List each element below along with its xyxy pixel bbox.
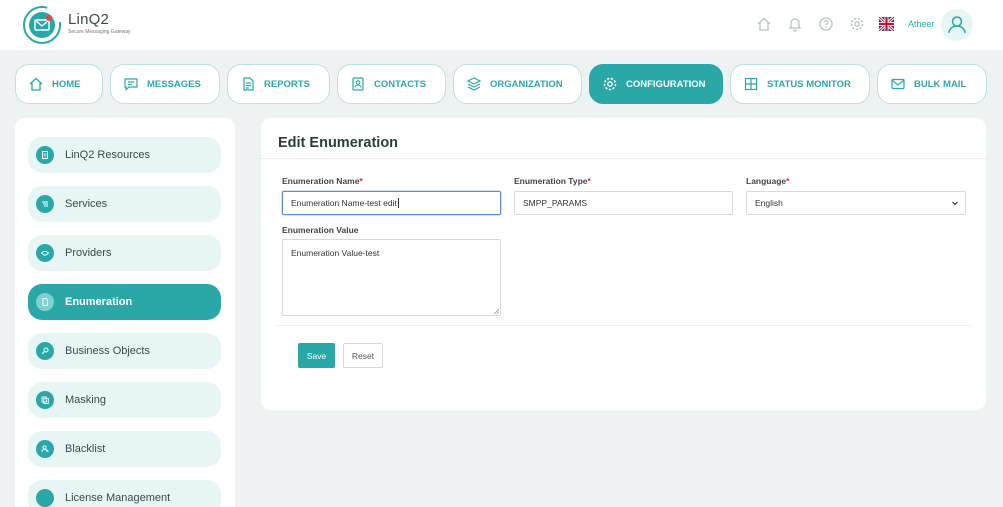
enumeration-type-value: SMPP_PARAMS [523, 198, 588, 208]
list-icon [36, 195, 54, 213]
logo-subtitle: Secure Messaging Gateway [68, 29, 131, 35]
tab-bulk-mail[interactable]: BULK MAIL [877, 64, 987, 104]
help-icon[interactable] [818, 16, 834, 32]
tab-label: MESSAGES [147, 78, 201, 90]
file-icon [36, 293, 54, 311]
save-button[interactable]: Save [298, 343, 335, 368]
layers-icon [466, 77, 482, 91]
tab-label: CONTACTS [374, 78, 427, 90]
required-mark: * [587, 176, 591, 186]
enumeration-value-text: Enumeration Value-test [291, 248, 380, 258]
page-title: Edit Enumeration [278, 135, 399, 151]
tab-label: ORGANIZATION [490, 78, 563, 90]
tab-status-monitor[interactable]: STATUS MONITOR [730, 64, 870, 104]
tab-label: REPORTS [264, 78, 310, 90]
enumeration-value-textarea[interactable]: Enumeration Value-test [282, 239, 501, 316]
sidebar-item-business-objects[interactable]: Business Objects [28, 333, 221, 369]
config-sidebar: LinQ2 Resources Services Providers Enume… [15, 118, 235, 507]
document-icon [243, 77, 254, 91]
sidebar-item-label: Enumeration [65, 296, 133, 308]
bell-icon[interactable] [787, 16, 803, 32]
contact-icon [352, 77, 364, 91]
enumeration-type-input[interactable]: SMPP_PARAMS [514, 191, 733, 215]
sidebar-item-label: Services [65, 198, 108, 210]
sidebar-item-label: LinQ2 Resources [65, 149, 150, 161]
tab-label: BULK MAIL [914, 78, 967, 90]
tab-label: HOME [52, 78, 81, 90]
grid-icon [744, 77, 758, 91]
enumeration-type-label: Enumeration Type* [514, 176, 591, 186]
required-mark: * [359, 176, 363, 186]
tab-reports[interactable]: REPORTS [227, 64, 330, 104]
enumeration-value-label: Enumeration Value [282, 225, 359, 235]
sidebar-item-providers[interactable]: Providers [28, 235, 221, 271]
tab-label: CONFIGURATION [626, 78, 706, 90]
sidebar-item-label: Providers [65, 247, 112, 259]
resize-handle-icon[interactable] [493, 308, 499, 314]
logo-title: LinQ2 [68, 11, 110, 28]
divider [276, 325, 971, 326]
linq2-logo-icon[interactable] [22, 5, 62, 45]
enumeration-name-input[interactable]: Enumeration Name-test edit [282, 191, 501, 215]
license-icon [36, 489, 54, 507]
sidebar-item-enumeration[interactable]: Enumeration [28, 284, 221, 320]
sidebar-item-blacklist[interactable]: Blacklist [28, 431, 221, 467]
gear-icon [603, 77, 617, 91]
sidebar-item-services[interactable]: Services [28, 186, 221, 222]
mail-icon [891, 78, 905, 90]
resources-icon [36, 146, 54, 164]
language-select[interactable]: English [746, 191, 966, 215]
chevron-down-icon [952, 201, 958, 206]
edit-enumeration-card: Edit Enumeration Enumeration Name* Enume… [261, 118, 986, 410]
tab-messages[interactable]: MESSAGES [110, 64, 220, 104]
gear-icon[interactable] [849, 16, 865, 32]
reset-button[interactable]: Reset [343, 343, 383, 368]
main-nav: HOME MESSAGES REPORTS CONTACTS ORGANIZAT… [0, 64, 1003, 106]
language-label: Language* [746, 176, 790, 186]
tab-organization[interactable]: ORGANIZATION [453, 64, 582, 104]
top-header: LinQ2 Secure Messaging Gateway Atheer [0, 0, 1003, 50]
logo-text: LinQ2 Secure Messaging Gateway [68, 11, 131, 35]
home-icon[interactable] [756, 16, 772, 32]
sidebar-item-linq2-resources[interactable]: LinQ2 Resources [28, 137, 221, 173]
handshake-icon [36, 244, 54, 262]
enumeration-name-value: Enumeration Name-test edit [291, 198, 397, 208]
user-avatar[interactable] [941, 9, 973, 41]
copy-icon [36, 391, 54, 409]
sidebar-item-label: License Management [65, 492, 171, 504]
message-icon [124, 78, 138, 91]
user-block-icon [36, 440, 54, 458]
user-name[interactable]: Atheer [908, 19, 935, 29]
divider [261, 158, 986, 159]
tab-contacts[interactable]: CONTACTS [337, 64, 446, 104]
tab-label: STATUS MONITOR [767, 78, 851, 90]
home-icon [29, 77, 43, 91]
language-value: English [755, 198, 783, 208]
key-icon [36, 342, 54, 360]
tab-configuration[interactable]: CONFIGURATION [589, 64, 723, 104]
required-mark: * [786, 176, 790, 186]
tab-home[interactable]: HOME [15, 64, 103, 104]
sidebar-item-license-management[interactable]: License Management [28, 480, 221, 507]
user-avatar-icon [948, 16, 966, 34]
sidebar-item-label: Masking [65, 394, 106, 406]
sidebar-item-label: Blacklist [65, 443, 106, 455]
enumeration-name-label: Enumeration Name* [282, 176, 363, 186]
uk-flag-icon[interactable] [879, 17, 894, 31]
sidebar-item-masking[interactable]: Masking [28, 382, 221, 418]
sidebar-item-label: Business Objects [65, 345, 150, 357]
